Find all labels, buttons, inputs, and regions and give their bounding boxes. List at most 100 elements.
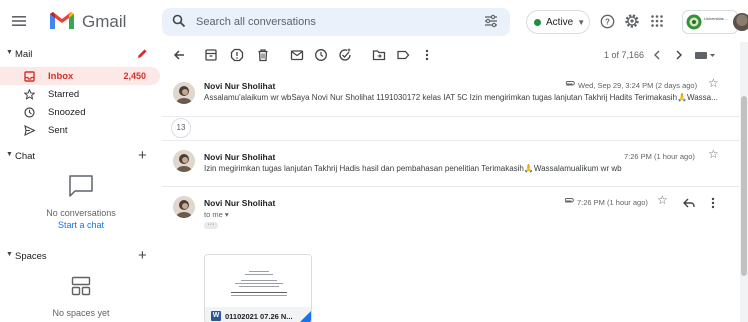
archive-icon (205, 49, 217, 61)
sender-name: Novi Nur Sholihat (204, 81, 276, 91)
sender-avatar[interactable] (173, 150, 195, 172)
add-task-icon (339, 48, 351, 61)
message-snippet: Izin megirimkan tugas lanjutan Takhrij H… (204, 164, 622, 173)
older-button[interactable] (672, 48, 686, 62)
recipient-label: to me (204, 210, 223, 219)
attachment-name: 01102021 07.26 N... (225, 312, 293, 321)
move-to-button[interactable] (372, 48, 386, 62)
inbox-icon (24, 71, 35, 82)
snooze-button[interactable] (314, 48, 328, 62)
clock-icon (24, 107, 35, 118)
sender-avatar[interactable] (173, 82, 195, 104)
attachment-corner-fold (299, 311, 311, 322)
sender-name: Novi Nur Sholihat (204, 152, 276, 162)
star-icon[interactable]: ☆ (708, 76, 719, 90)
attachment-card[interactable]: W 01102021 07.26 N... (204, 254, 312, 322)
message-collapsed[interactable]: Novi Nur Sholihat Izin megirimkan tugas … (162, 142, 740, 186)
organization-badge[interactable]: Universitas ... (682, 10, 738, 34)
new-space-plus-icon[interactable]: + (138, 247, 147, 264)
labels-button[interactable] (396, 48, 410, 62)
add-to-tasks-button[interactable] (338, 48, 352, 62)
start-chat-link[interactable]: Start a chat (0, 220, 162, 230)
sidebar-item-label: Inbox (48, 71, 74, 82)
caret-down-icon: ▼ (6, 49, 13, 56)
sidebar-item-label: Sent (48, 125, 68, 136)
spaces-section-header[interactable]: ▼ Spaces + (0, 246, 162, 266)
star-icon[interactable]: ☆ (708, 147, 719, 161)
reply-icon (683, 198, 695, 208)
report-spam-button[interactable] (230, 48, 244, 62)
unread-count: 2,450 (123, 71, 146, 81)
trash-icon (258, 49, 268, 62)
move-to-folder-icon (372, 50, 386, 61)
attachment-indicator-icon (564, 198, 574, 206)
chevron-right-icon (676, 50, 682, 60)
divider (162, 116, 740, 117)
spaces-empty-text: No spaces yet (52, 308, 110, 318)
sidebar-item-inbox[interactable]: Inbox 2,450 (0, 67, 160, 85)
star-icon (24, 89, 35, 100)
conversation-view: 1 of 7,166 Novi Nur Sholihat Assalamu'al… (162, 42, 740, 322)
sidebar-item-label: Starred (48, 89, 80, 100)
collapsed-messages-count[interactable]: 13 (171, 118, 191, 138)
sidebar-item-sent[interactable]: Sent (0, 121, 160, 139)
divider (162, 140, 740, 141)
mail-icon (290, 50, 304, 61)
chat-bubble-icon (68, 174, 94, 198)
google-apps-icon[interactable] (650, 14, 664, 28)
new-chat-plus-icon[interactable]: + (138, 147, 147, 164)
input-tools-button[interactable] (694, 48, 716, 62)
search-options-icon[interactable] (484, 14, 498, 28)
organization-logo-icon (686, 14, 702, 30)
message-more-button[interactable] (706, 196, 720, 210)
chevron-left-icon (654, 50, 660, 60)
label-icon (397, 50, 410, 60)
more-vert-icon (711, 197, 715, 209)
sidebar: ▼ Mail Inbox 2,450 Starred Snoozed Sent … (0, 42, 162, 322)
star-icon[interactable]: ☆ (657, 193, 668, 207)
main-menu-button[interactable] (8, 10, 30, 32)
help-icon[interactable]: ? (600, 14, 615, 29)
sidebar-item-starred[interactable]: Starred (0, 85, 160, 103)
word-document-icon: W (211, 311, 221, 321)
gmail-logo-icon[interactable] (48, 8, 76, 32)
gear-icon[interactable] (624, 13, 640, 29)
account-avatar[interactable] (733, 13, 748, 31)
compose-button[interactable] (132, 44, 152, 64)
scrollbar-thumb[interactable] (741, 96, 747, 276)
arrow-back-icon (173, 50, 184, 60)
search-input[interactable] (196, 8, 466, 36)
message-snippet: Assalamu'alaikum wr wbSaya Novi Nur Shol… (204, 93, 718, 102)
more-vert-icon (425, 49, 429, 61)
caret-down-icon: ▼ (6, 251, 13, 258)
chat-empty-text: No conversations (46, 208, 116, 218)
pencil-icon (138, 49, 147, 58)
chat-section-header[interactable]: ▼ Chat + (0, 146, 162, 166)
mark-unread-button[interactable] (290, 48, 304, 62)
sender-avatar[interactable] (173, 196, 195, 218)
show-trimmed-content-button[interactable]: ··· (204, 221, 218, 229)
search-icon[interactable] (172, 14, 186, 28)
report-spam-icon (230, 48, 244, 62)
newer-button[interactable] (650, 48, 664, 62)
status-selector[interactable]: Active ▼ (526, 10, 590, 34)
sidebar-item-label: Snoozed (48, 107, 86, 118)
message-date: 7:26 PM (1 hour ago) (624, 152, 695, 161)
recipient-details-toggle[interactable]: to me ▾ (204, 210, 229, 219)
top-bar: Gmail Active ▼ ? (0, 0, 748, 42)
delete-button[interactable] (256, 48, 270, 62)
sender-name: Novi Nur Sholihat (204, 198, 276, 208)
message-collapsed[interactable]: Novi Nur Sholihat Assalamu'alaikum wr wb… (162, 72, 740, 116)
archive-button[interactable] (204, 48, 218, 62)
sidebar-item-snoozed[interactable]: Snoozed (0, 103, 160, 121)
send-icon (24, 125, 35, 136)
status-label: Active (546, 16, 574, 28)
back-button[interactable] (172, 48, 186, 62)
attachment-indicator-icon (565, 81, 575, 89)
organization-name: Universitas ... (704, 16, 729, 21)
app-title: Gmail (82, 12, 127, 31)
more-actions-button[interactable] (420, 48, 434, 62)
message-date: 7:26 PM (1 hour ago) (577, 198, 648, 207)
reply-button[interactable] (682, 196, 696, 210)
spaces-grid-icon (71, 276, 91, 296)
